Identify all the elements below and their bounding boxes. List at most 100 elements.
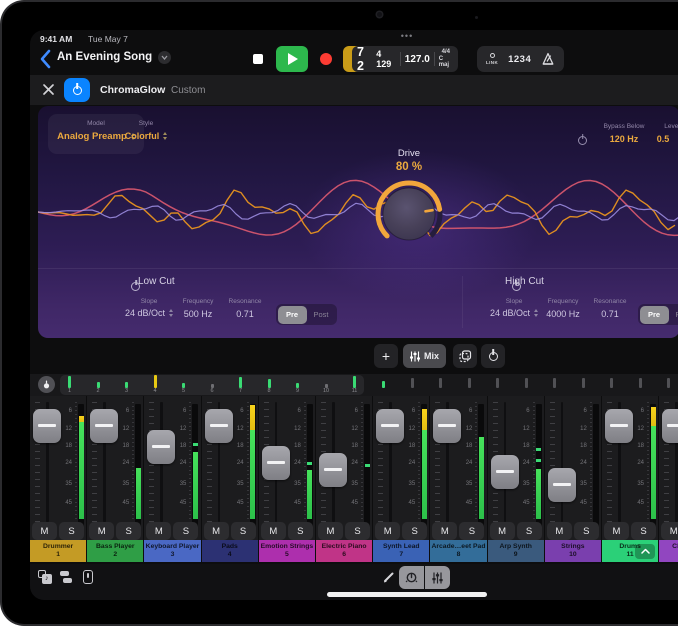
channel-strip-icon[interactable] [83,570,93,584]
connections-icon[interactable] [60,571,74,584]
channel-number: 11 [627,551,634,559]
song-menu-button[interactable] [158,51,171,64]
pencil-icon[interactable] [382,570,396,584]
channel-name-tab[interactable]: Strings10 [545,540,601,562]
play-button[interactable] [276,46,308,72]
channel-name-tab[interactable]: Keyboard Player3 [144,540,200,562]
solo-button[interactable]: S [288,522,313,540]
mute-button[interactable]: M [32,522,57,540]
fader-handle[interactable] [662,409,678,443]
plugin-preset[interactable]: Custom [171,85,205,96]
fader-handle[interactable] [205,409,233,443]
bypass-value[interactable]: 120 Hz [594,134,654,144]
record-button[interactable] [312,46,340,72]
plugin-header: ChromaGlow Custom [30,75,678,105]
channel-overview-strip[interactable]: 1234567891011 [60,375,364,395]
back-chevron-icon[interactable] [38,48,54,70]
mute-button[interactable]: M [432,522,457,540]
fader-handle[interactable] [33,409,61,443]
fader-handle[interactable] [548,468,576,502]
db-scale-label: 24 [456,460,472,466]
solo-button[interactable]: S [116,522,141,540]
mute-button[interactable]: M [375,522,400,540]
close-plugin-button[interactable] [42,83,55,96]
fader-track[interactable] [561,402,564,522]
lcd-display[interactable]: 7 2 4 129 127.0 4/4C maj [352,46,458,72]
fader-handle[interactable] [262,446,290,480]
overview-meter-8 [268,379,271,388]
channel-name-tab[interactable]: Drums11 [602,540,658,562]
home-indicator[interactable] [327,592,487,597]
fader-handle[interactable] [147,430,175,464]
mute-button[interactable]: M [604,522,629,540]
post-button[interactable]: Post [307,306,336,324]
lowcut-resonance[interactable]: 0.71 [215,309,275,319]
channel-expand-button[interactable] [635,544,655,559]
fader-handle[interactable] [491,455,519,489]
link-button[interactable]: LINK [486,53,498,65]
channel-name: Synth Lead [383,543,420,551]
metronome-button[interactable] [541,52,555,66]
solo-button[interactable]: S [459,522,484,540]
add-track-button[interactable]: + [374,344,398,368]
bypass-power-icon[interactable] [578,136,587,145]
solo-button[interactable]: S [173,522,198,540]
pre-button[interactable]: Pre [640,306,669,324]
post-button[interactable]: Post [669,306,678,324]
controls-view-button[interactable] [399,566,424,589]
channel-name-tab[interactable]: Electric Piano6 [316,540,372,562]
channel-number: 9 [514,551,518,559]
channel-name-tab[interactable]: Synth Lead7 [373,540,429,562]
count-in-button[interactable]: 1234 [508,54,531,65]
mix-view-button[interactable]: Mix [403,344,446,368]
channel-name-tab[interactable]: Pads4 [202,540,258,562]
mute-button[interactable]: M [261,522,286,540]
mute-button[interactable]: M [204,522,229,540]
mute-button[interactable]: M [490,522,515,540]
fader-handle[interactable] [433,409,461,443]
channel-name-tab[interactable]: Arp Synth9 [488,540,544,562]
solo-button[interactable]: S [231,522,256,540]
channel-name-tab[interactable]: Bass Player2 [87,540,143,562]
channel-name-tab[interactable]: Drummer1 [30,540,86,562]
db-scale-label: 24 [628,460,644,466]
duplicate-button[interactable] [453,344,477,368]
chevron-up-icon [641,548,650,554]
pre-button[interactable]: Pre [278,306,307,324]
mute-button[interactable]: M [318,522,343,540]
solo-button[interactable]: S [59,522,84,540]
solo-button[interactable]: S [345,522,370,540]
channel-name: Drummer [43,543,73,551]
fader-handle[interactable] [376,409,404,443]
song-title[interactable]: An Evening Song [57,51,152,63]
multitasking-dots[interactable]: ••• [385,31,429,41]
channel-power-button[interactable] [481,344,505,368]
solo-button[interactable]: S [631,522,656,540]
channel-strip-2: 61218243545MSBass Player2 [87,396,143,562]
channel-name-tab[interactable]: Chorus V12 [659,540,678,562]
master-monitor-icon[interactable] [38,376,55,393]
mute-button[interactable]: M [547,522,572,540]
solo-button[interactable]: S [402,522,427,540]
level-meter [422,430,427,519]
mute-button[interactable]: M [661,522,678,540]
stop-button[interactable] [244,46,272,72]
db-scale-label: 24 [399,460,415,466]
browser-icon[interactable]: ♪ [38,570,52,584]
channel-name-tab[interactable]: Emotion Strings5 [259,540,315,562]
plugin-power-button[interactable] [64,78,90,102]
highcut-resonance[interactable]: 0.71 [580,309,640,319]
fader-handle[interactable] [90,409,118,443]
overview-number: 5 [175,388,192,394]
channel-name-tab[interactable]: Arcade…eet Pad8 [430,540,486,562]
solo-button[interactable]: S [574,522,599,540]
fader-handle[interactable] [319,453,347,487]
mixer-view-button[interactable] [425,566,450,589]
db-scale-label: 45 [571,500,587,506]
fader-handle[interactable] [605,409,633,443]
solo-button[interactable]: S [517,522,542,540]
mute-button[interactable]: M [146,522,171,540]
mute-button[interactable]: M [89,522,114,540]
drive-knob[interactable] [371,176,447,252]
level-value[interactable]: 0.5 [649,134,677,144]
